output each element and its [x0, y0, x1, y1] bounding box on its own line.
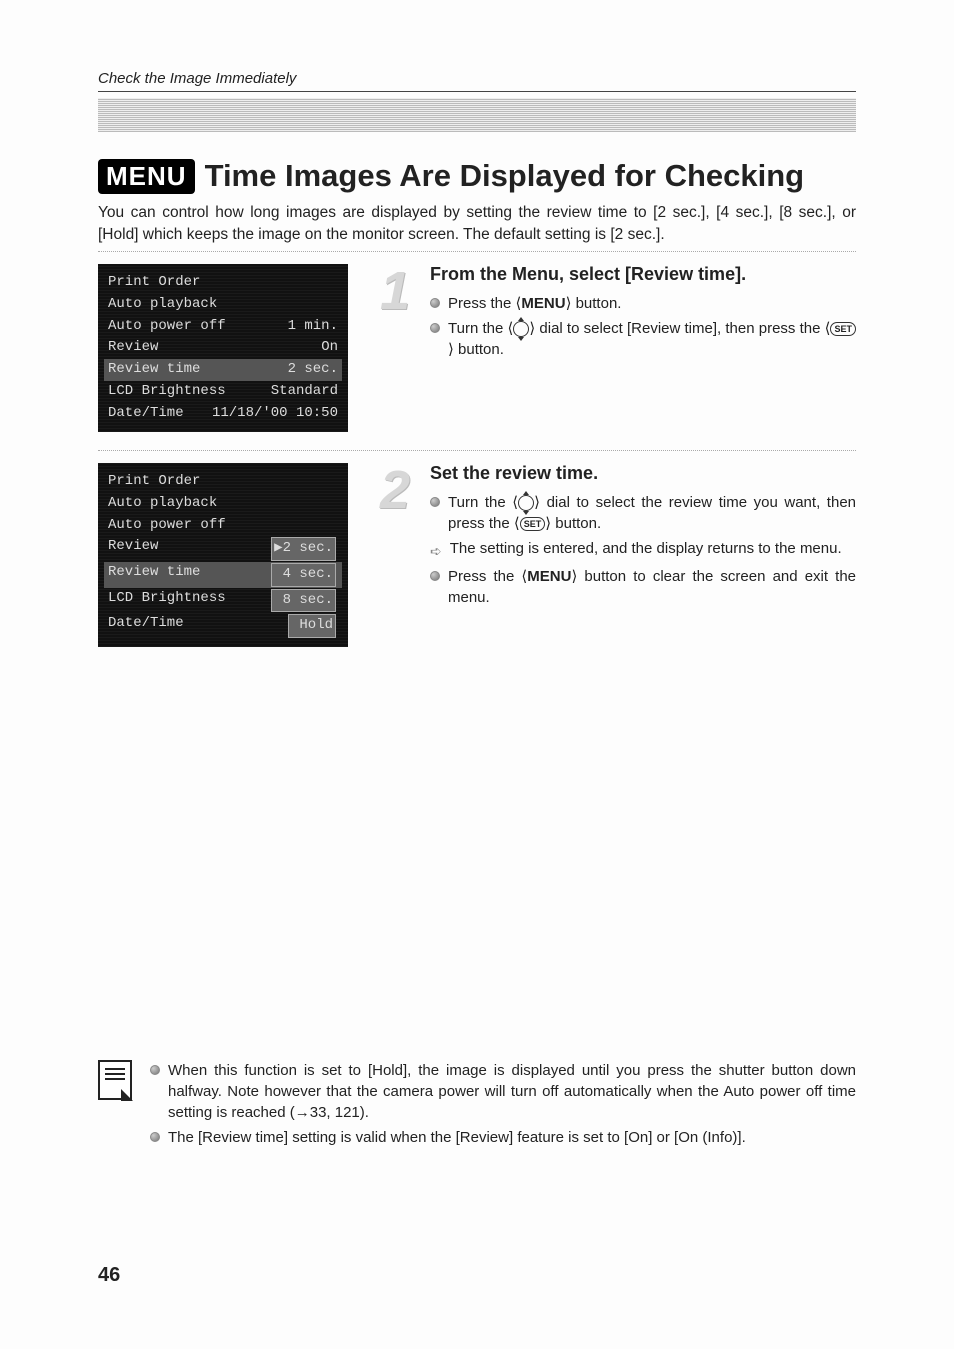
notes-box: When this function is set to [Hold], the…: [98, 1060, 856, 1152]
note-icon: [98, 1060, 132, 1100]
dial-icon: [513, 321, 529, 337]
step-2: Print Order Auto playback Auto power off…: [98, 463, 856, 647]
intro-text: You can control how long images are disp…: [98, 202, 856, 245]
step-number-1: 1: [374, 264, 416, 432]
set-button-icon: SET: [520, 517, 546, 531]
bullet-icon: [150, 1132, 160, 1142]
dial-icon: [518, 495, 534, 511]
title-row: MENU Time Images Are Displayed for Check…: [98, 158, 856, 194]
divider: [98, 450, 856, 451]
page-title: Time Images Are Displayed for Checking: [205, 158, 805, 194]
lcd-screenshot-2: Print Order Auto playback Auto power off…: [98, 463, 348, 647]
lcd-screenshot-1: Print Order Auto playback Auto power off…: [98, 264, 348, 432]
arrow-icon: ➪: [430, 542, 442, 562]
step-1: Print Order Auto playback Auto power off…: [98, 264, 856, 432]
divider: [98, 251, 856, 252]
step-2-result: ➪ The setting is entered, and the displa…: [430, 538, 856, 562]
step-1-bullet-1: Press the ⟨MENU⟩ button.: [430, 293, 856, 314]
bullet-icon: [150, 1065, 160, 1075]
bullet-icon: [430, 298, 440, 308]
menu-badge-icon: MENU: [98, 159, 195, 194]
step-2-heading: Set the review time.: [430, 463, 856, 484]
bullet-icon: [430, 497, 440, 507]
bullet-icon: [430, 323, 440, 333]
breadcrumb: Check the Image Immediately: [98, 70, 856, 92]
note-2: The [Review time] setting is valid when …: [150, 1127, 856, 1148]
set-button-icon: SET: [830, 322, 856, 336]
step-2-bullet-1: Turn the ⟨⟩ dial to select the review ti…: [430, 492, 856, 534]
bullet-icon: [430, 571, 440, 581]
step-number-2: 2: [374, 463, 416, 647]
step-2-bullet-2: Press the ⟨MENU⟩ button to clear the scr…: [430, 566, 856, 608]
step-1-bullet-2: Turn the ⟨⟩ dial to select [Review time]…: [430, 318, 856, 360]
page-number: 46: [98, 1264, 120, 1287]
note-1: When this function is set to [Hold], the…: [150, 1060, 856, 1123]
step-1-heading: From the Menu, select [Review time].: [430, 264, 856, 285]
decorative-bar: [98, 98, 856, 132]
